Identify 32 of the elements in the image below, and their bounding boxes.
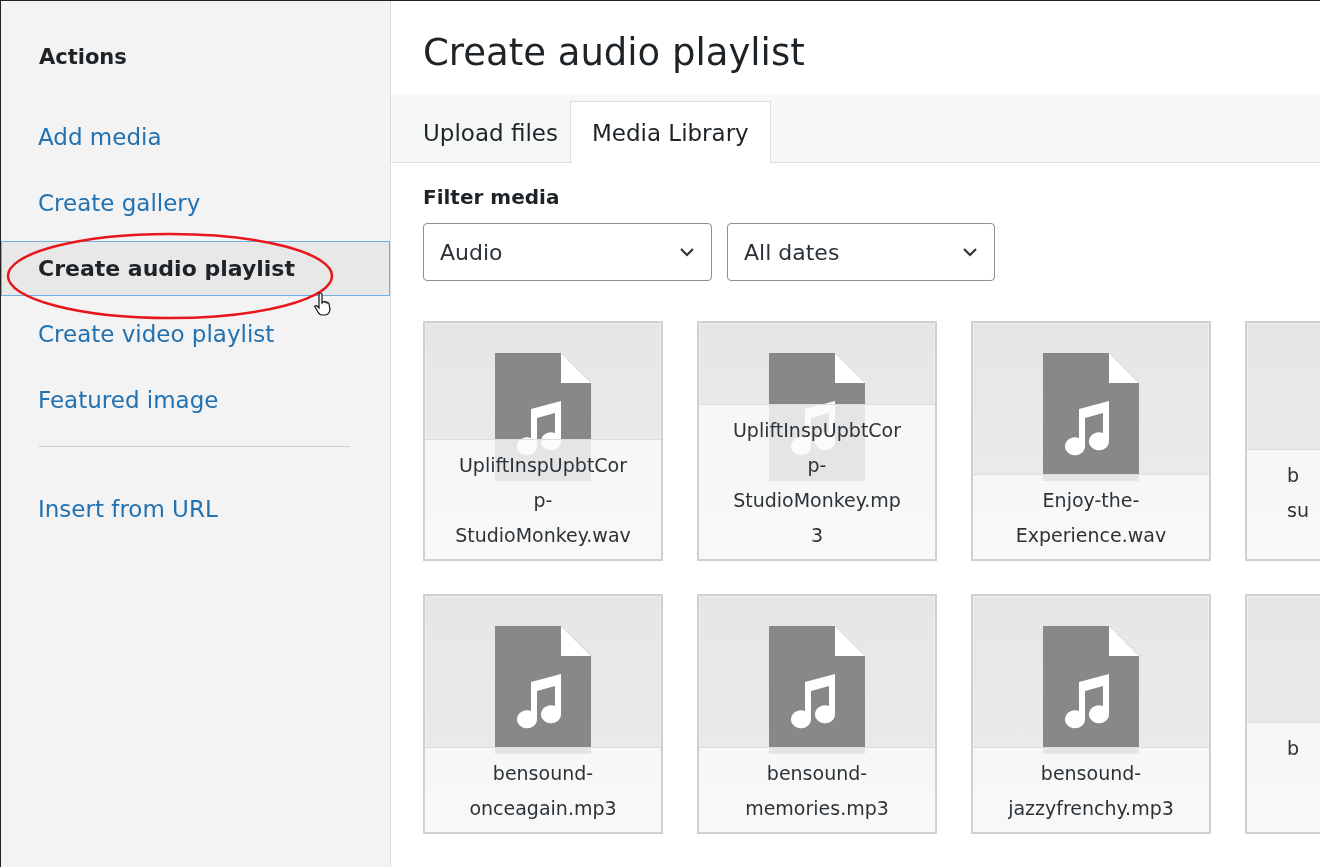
file-name: b (1247, 722, 1320, 832)
chevron-down-icon (962, 247, 978, 257)
file-name: bensound- jazzyfrenchy.mp3 (973, 747, 1209, 832)
page-title: Create audio playlist (423, 31, 806, 74)
hand-pointer-icon (314, 291, 334, 317)
file-name: b su (1247, 449, 1320, 559)
media-tile[interactable]: b su (1245, 321, 1320, 561)
file-name: bensound- memories.mp3 (699, 747, 935, 832)
dropdown[interactable]: Audio (423, 223, 712, 281)
media-tile[interactable]: bensound- onceagain.mp3 (423, 594, 663, 834)
file-name: UpliftInspUpbtCor p- StudioMonkey.mp 3 (699, 404, 935, 559)
media-tile[interactable]: bensound- memories.mp3 (697, 594, 937, 834)
filter-label: Filter media (423, 185, 561, 209)
dropdown[interactable]: All dates (727, 223, 995, 281)
media-tile[interactable]: Enjoy-the- Experience.wav (971, 321, 1211, 561)
sidebar-heading: Actions (39, 45, 128, 69)
file-name: bensound- onceagain.mp3 (425, 747, 661, 832)
chevron-down-icon (679, 247, 695, 257)
sidebar-item[interactable]: Create audio playlist (1, 241, 390, 296)
file-name: Enjoy-the- Experience.wav (973, 474, 1209, 559)
media-tile[interactable]: UpliftInspUpbtCor p- StudioMonkey.mp 3 (697, 321, 937, 561)
media-tile[interactable]: b (1245, 594, 1320, 834)
sidebar-item[interactable]: Add media (1, 109, 390, 165)
file-name: UpliftInspUpbtCor p- StudioMonkey.wav (425, 439, 661, 559)
media-tile[interactable]: bensound- jazzyfrenchy.mp3 (971, 594, 1211, 834)
sidebar-item[interactable]: Create gallery (1, 175, 390, 231)
tab[interactable]: Media Library (569, 101, 771, 163)
sidebar-item[interactable]: Insert from URL (1, 481, 390, 537)
sidebar-item[interactable]: Featured image (1, 372, 390, 428)
tab[interactable]: Upload files (411, 101, 570, 163)
media-tile[interactable]: UpliftInspUpbtCor p- StudioMonkey.wav (423, 321, 663, 561)
sidebar-item[interactable]: Create video playlist (1, 306, 390, 362)
